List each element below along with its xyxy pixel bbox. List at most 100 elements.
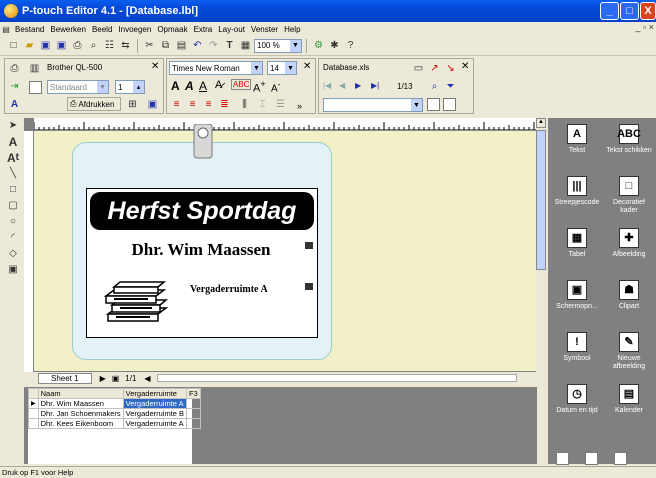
page-setup-icon[interactable]: ▥ [27,61,42,76]
table-cell[interactable] [186,398,201,409]
open-icon[interactable]: ▰ [22,38,37,53]
save-icon[interactable]: ▣ [38,38,53,53]
line-tool-icon[interactable]: ╲ [6,166,21,181]
grow-font-icon[interactable]: A+ [253,79,266,95]
horizontal-scrollbar[interactable] [156,374,517,382]
db-window-icon[interactable]: ▭ [411,61,426,76]
style-select[interactable]: Standaard ▼ [47,80,109,94]
font-select[interactable]: Times New Roman ▼ [169,61,263,75]
help-pointer-icon[interactable]: ? [343,38,358,53]
prev-record-icon[interactable]: ◀ [339,81,345,90]
align-left-icon[interactable]: ≡ [169,97,184,112]
object-tool[interactable]: ◷ Datum en tijd [552,384,602,415]
menu-extra[interactable]: Extra [191,25,216,34]
page-icon[interactable]: ▣ [112,374,120,383]
shadow-icon[interactable]: ABC [231,79,252,90]
vertical-text-icon[interactable]: ⫼ [237,97,252,112]
layout-style-icon[interactable]: ⇥ [7,79,22,94]
panel-view-icon[interactable] [556,451,569,465]
new-icon[interactable]: □ [6,38,21,53]
italic-icon[interactable]: A [185,79,194,93]
search-icon[interactable]: ⌕ [427,79,442,94]
table-cell[interactable] [186,408,201,419]
menu-layout[interactable]: Lay-out [215,25,248,34]
grid-scrollbar[interactable] [537,387,547,464]
print-options-icon[interactable]: ⊞ [125,97,140,112]
close-icon[interactable]: ✕ [461,61,469,72]
first-record-icon[interactable]: |◀ [323,81,331,90]
close-button[interactable]: X [640,2,656,20]
line-spacing-icon[interactable]: ☰ [273,97,288,112]
last-record-icon[interactable]: ▶| [371,81,379,90]
object-tool[interactable]: ✚ Afbeelding [604,228,654,259]
table-cell[interactable] [186,418,201,429]
menu-opmaak[interactable]: Opmaak [154,25,190,34]
scroll-up-arrow[interactable]: ▲ [536,118,546,128]
wizard-icon[interactable]: ✱ [327,38,342,53]
column-header[interactable]: Vergaderruimte [122,388,188,399]
shrink-font-icon[interactable]: A- [271,79,280,94]
doc-icon[interactable]: ▤ [0,23,12,35]
minimize-button[interactable]: _ [600,2,619,20]
polygon-tool-icon[interactable]: ◇ [6,246,21,261]
next-record-icon[interactable]: ▶ [355,81,361,90]
justify-icon[interactable]: ≣ [217,97,232,112]
outline-icon[interactable]: A̷ [215,79,222,91]
sheet-tab[interactable]: Sheet 1 [38,372,92,384]
underline-icon[interactable]: A [199,79,207,93]
font-size-select[interactable]: 14 ▼ [267,61,297,75]
menu-bestand[interactable]: Bestand [12,25,47,34]
select-arrow-icon[interactable]: ➤ [6,118,21,133]
object-tool[interactable]: ||| Streepjescode [552,176,602,207]
panel-options-icon[interactable] [614,451,627,465]
text-style-icon[interactable]: A [7,97,22,112]
banner-text[interactable]: Herfst Sportdag [90,192,314,230]
grid-toggle-icon[interactable]: ▦ [238,38,253,53]
rounded-rect-tool-icon[interactable]: ▢ [6,198,21,213]
rectangle-tool-icon[interactable]: □ [6,182,21,197]
scroll-thumb[interactable] [536,130,546,270]
object-tool[interactable]: ABC Tekst schikken [604,124,654,155]
paste-icon[interactable]: ▤ [174,38,189,53]
menu-bewerken[interactable]: Bewerken [47,25,89,34]
table-cell[interactable]: Dhr. Jan Schoenmakers [37,408,124,419]
column-header[interactable]: F3 [186,388,201,399]
column-header[interactable]: Naam [37,388,124,399]
printer-icon[interactable]: ⎙ [7,61,22,76]
layout-icon[interactable]: ⚙ [311,38,326,53]
vertical-scrollbar[interactable]: ▲ [536,118,546,372]
align-center-icon[interactable]: ≡ [185,97,200,112]
save-all-icon[interactable]: ▣ [54,38,69,53]
sort-desc-icon[interactable]: ↘ [443,61,458,76]
object-tool[interactable]: □ Decoratief kader [604,176,654,215]
table-cell[interactable]: Dhr. Wim Maassen [37,398,124,409]
object-tool[interactable]: ✎ Nieuwe afbeelding [604,332,654,371]
object-tool[interactable]: ▤ Kalender [604,384,654,415]
chevron-right-icon[interactable]: » [297,101,302,111]
table-cell[interactable]: Vergaderruimte A [122,418,188,429]
arc-tool-icon[interactable]: ◜ [6,230,21,245]
table-row[interactable]: Dhr. Kees Eikenboom Vergaderruimte A [28,418,201,429]
close-icon[interactable]: ✕ [303,61,311,72]
preview-icon[interactable]: ▣ [145,97,160,112]
object-tool[interactable]: ▦ Tabel [552,228,602,259]
field-select[interactable]: ▼ [323,98,423,112]
field-toggle-1[interactable] [427,98,440,111]
frame-tool-icon[interactable]: ▣ [6,262,21,277]
table-row[interactable]: ▶ Dhr. Wim Maassen Vergaderruimte A [28,398,201,409]
menu-venster[interactable]: Venster [248,25,281,34]
table-cell[interactable]: Dhr. Kees Eikenboom [37,418,124,429]
menu-beeld[interactable]: Beeld [89,25,115,34]
table-row[interactable]: Dhr. Jan Schoenmakers Vergaderruimte B [28,408,201,419]
bold-icon[interactable]: A [171,79,180,93]
zoom-select[interactable]: 100 % ▼ [254,38,302,53]
chevron-right-icon[interactable]: ▶ [100,374,106,383]
redo-icon[interactable]: ↷ [206,38,221,53]
menu-help[interactable]: Help [281,25,303,34]
print-button[interactable]: ⎙ Afdrukken [67,97,121,111]
close-icon[interactable]: ✕ [151,61,159,72]
print-icon[interactable]: ⎙ [70,38,85,53]
object-tool[interactable]: A Tekst [552,124,602,155]
vertical-text-tool-icon[interactable]: At [6,150,21,165]
char-spacing-icon[interactable]: ⌶ [255,97,270,112]
